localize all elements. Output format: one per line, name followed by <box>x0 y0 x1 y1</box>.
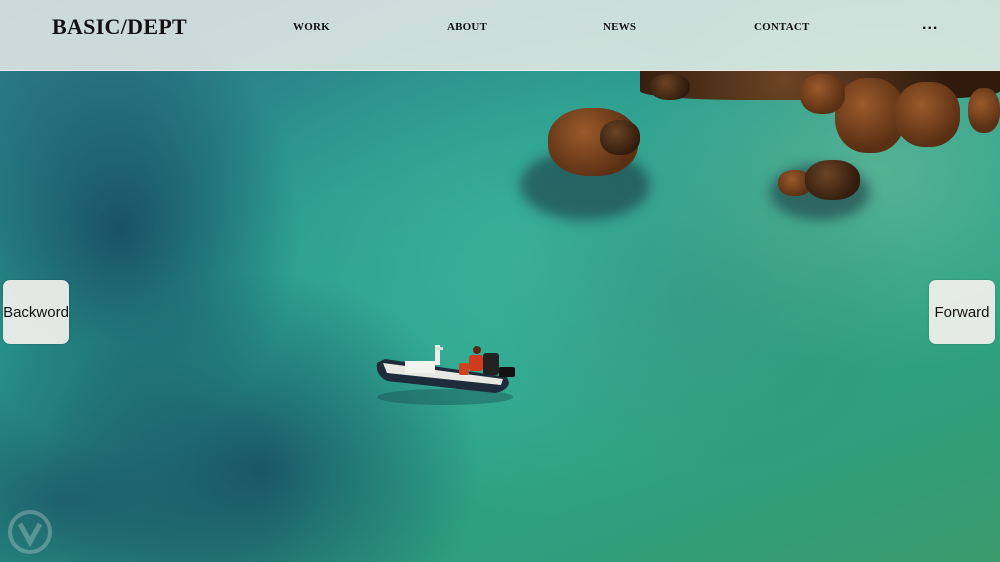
nav-news[interactable]: NEWS <box>603 21 636 33</box>
watermark-icon <box>8 510 52 554</box>
hero-image <box>0 0 1000 562</box>
boat-image <box>376 345 515 405</box>
more-menu-button[interactable]: ... <box>922 16 938 34</box>
forward-label: Forward <box>934 303 990 321</box>
nav-contact[interactable]: CONTACT <box>754 21 810 33</box>
nav-about[interactable]: ABOUT <box>447 21 487 33</box>
site-header: BASIC/DEPT WORK ABOUT NEWS CONTACT ... <box>0 0 1000 71</box>
backward-label: Backword <box>3 303 69 321</box>
backward-button[interactable]: Backword <box>3 280 69 344</box>
nav-work[interactable]: WORK <box>293 21 330 33</box>
forward-button[interactable]: Forward <box>929 280 995 344</box>
site-logo[interactable]: BASIC/DEPT <box>52 14 187 40</box>
